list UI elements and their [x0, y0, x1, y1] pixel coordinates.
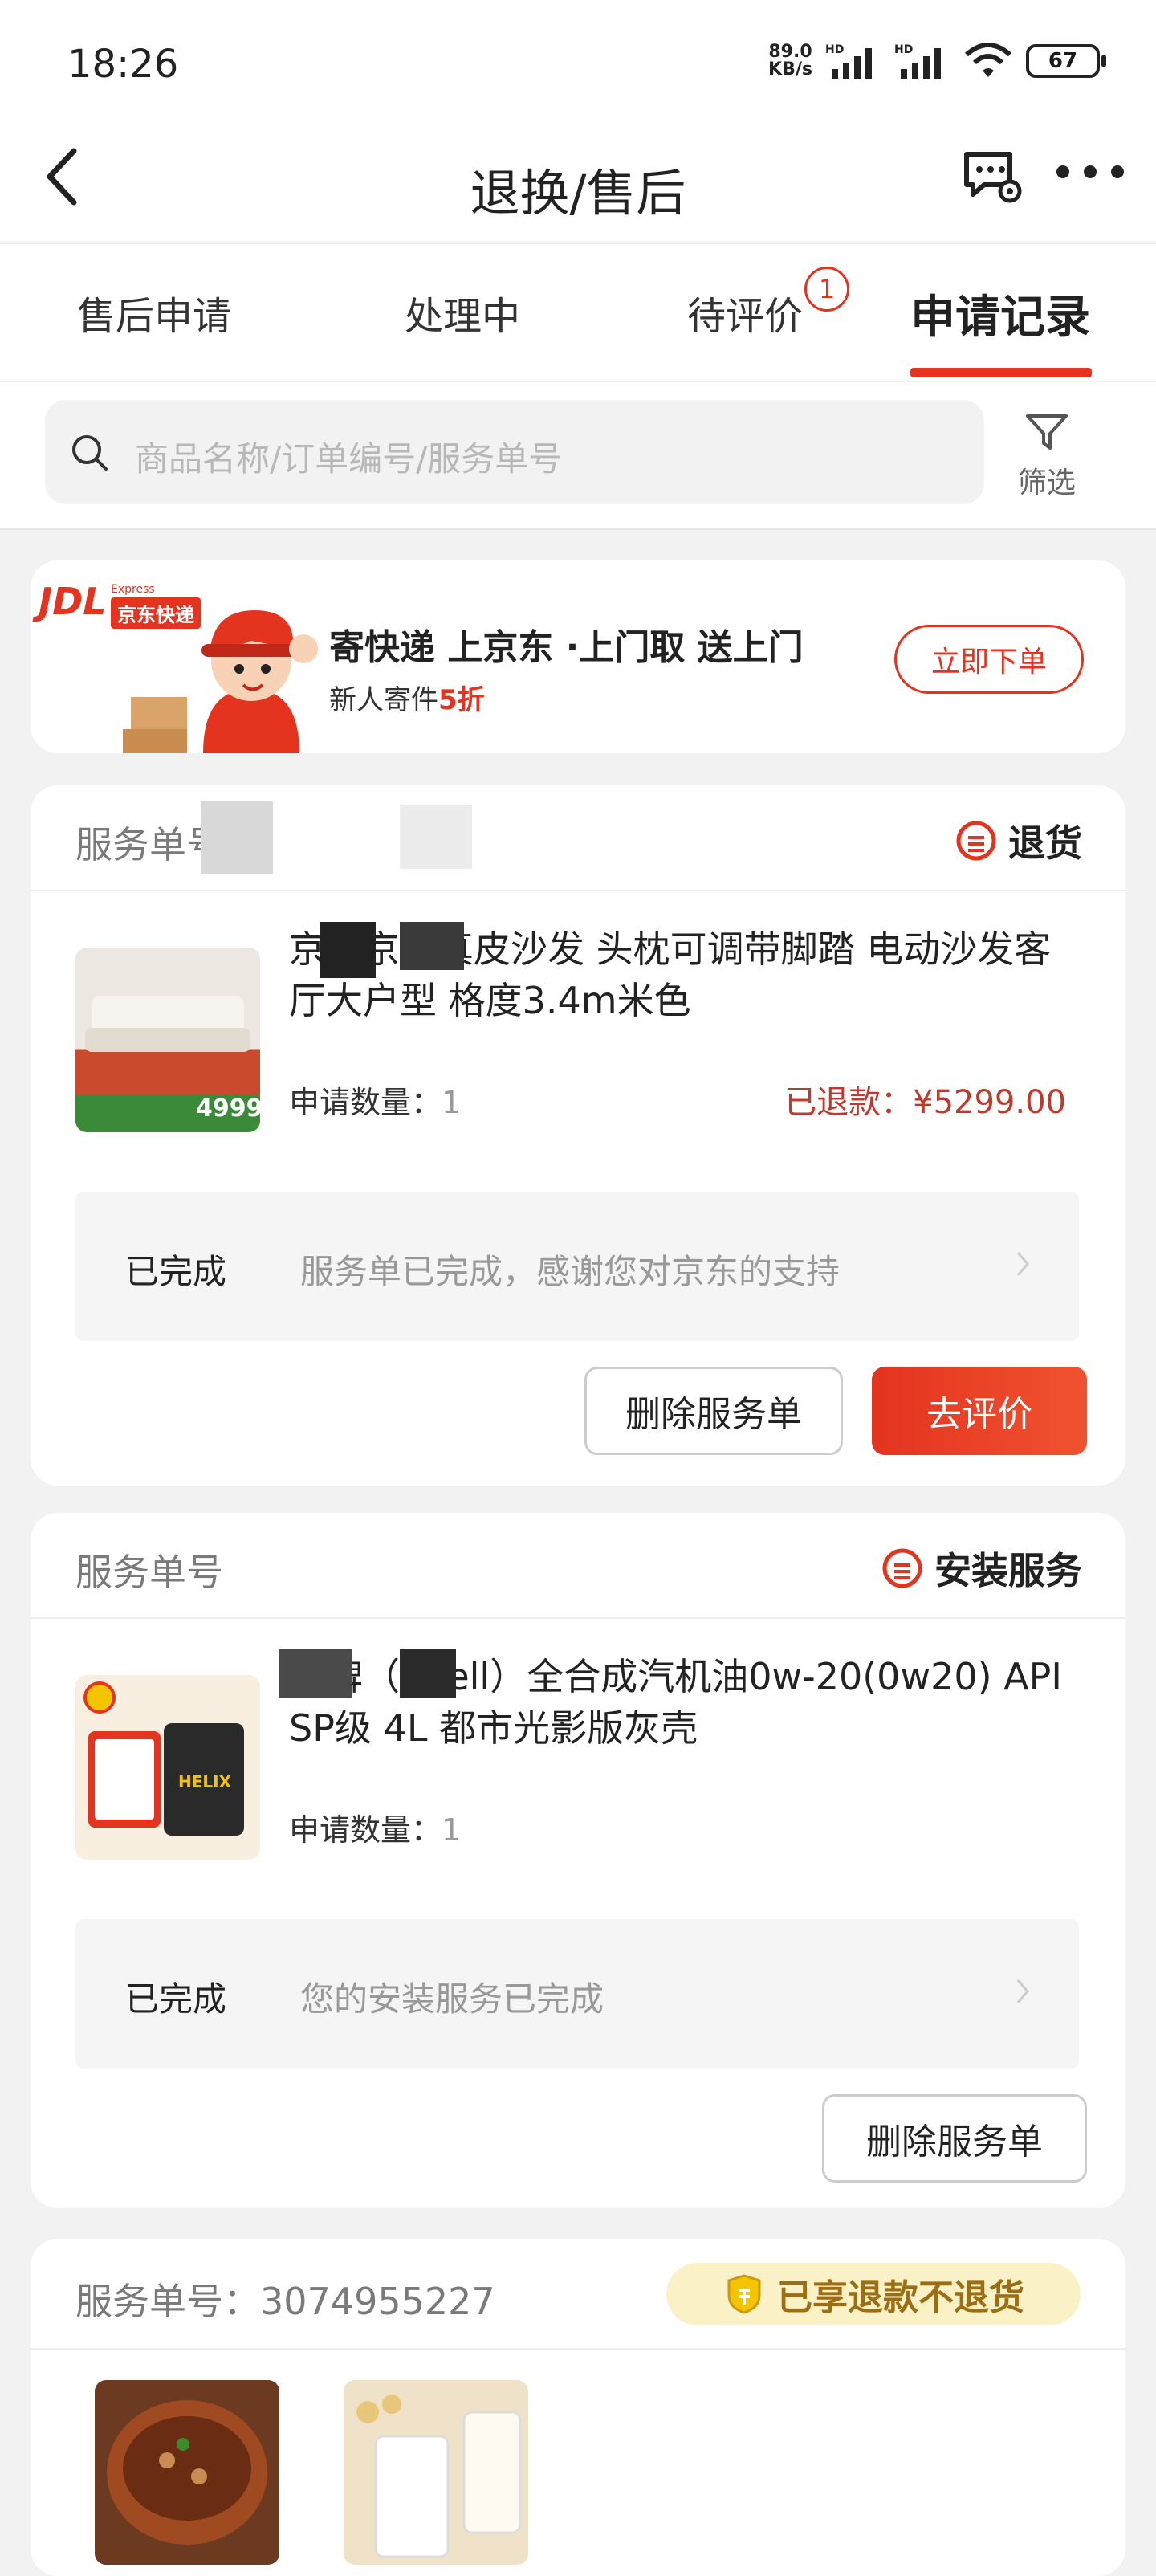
shield-icon: [727, 2274, 761, 2314]
tab-apply-records[interactable]: 申请记录: [910, 281, 1090, 346]
jd-express-banner[interactable]: JDL Express 京东快递 寄快递 上京东 ·上门取 送上门 新人寄件5折…: [31, 560, 1125, 753]
status-label: 已完成: [125, 1252, 227, 1291]
redaction-mosaic: [201, 801, 273, 874]
product-thumbnail-1[interactable]: [95, 2380, 279, 2565]
apply-quantity: 申请数量：1: [289, 1812, 462, 1848]
customer-service-icon[interactable]: [960, 145, 1024, 209]
apply-quantity: 申请数量：1: [289, 1085, 462, 1120]
svg-text:HD: HD: [894, 43, 913, 56]
status-message: 服务单已完成，感谢您对京东的支持: [300, 1252, 841, 1291]
order-type-label: 安装服务: [934, 1549, 1082, 1592]
tab-after-sales-apply[interactable]: 售后申请: [77, 284, 231, 340]
sofa-image: 4999: [85, 996, 260, 1123]
tab-pending-review[interactable]: 待评价: [687, 284, 803, 340]
chevron-right-icon: [1016, 1979, 1029, 2003]
order-type-label: 退货: [1008, 821, 1082, 865]
more-menu-icon[interactable]: [1056, 165, 1124, 185]
search-placeholder: 商品名称/订单编号/服务单号: [135, 439, 563, 479]
install-service-icon: [882, 1548, 922, 1588]
redaction-mosaic: [400, 805, 472, 869]
order-type-tag: 退货: [954, 814, 1082, 867]
chevron-right-icon: [1016, 1252, 1029, 1276]
redaction-mosaic: [400, 1649, 456, 1698]
service-order-card: 服务单号 退货 4999 京东京造真皮沙发 头枕可调带脚踏 电动沙发客厅大户型 …: [31, 785, 1125, 1486]
signal-hd-2-icon: HD: [894, 43, 941, 79]
pending-review-badge: 1: [804, 267, 849, 312]
svg-text:HELIX: HELIX: [178, 1772, 232, 1791]
order-now-button[interactable]: 立即下单: [894, 625, 1084, 694]
engine-oil-image: HELIX: [83, 1681, 244, 1836]
svg-text:4999: 4999: [196, 1094, 260, 1123]
redaction-mosaic: [400, 922, 464, 970]
tab-processing[interactable]: 处理中: [405, 284, 520, 340]
product-thumbnail[interactable]: 4999: [75, 948, 260, 1132]
filter-label: 筛选: [1017, 467, 1076, 499]
tab-bar: 售后申请 处理中 待评价 1 申请记录: [0, 243, 1156, 381]
status-label: 已完成: [125, 1979, 227, 2019]
status-box[interactable]: 已完成 您的安装服务已完成: [75, 1919, 1079, 2069]
battery-icon: 67: [1026, 44, 1106, 78]
return-icon: [956, 821, 996, 861]
status-message: 您的安装服务已完成: [300, 1979, 604, 2019]
svg-text:HD: HD: [825, 43, 844, 56]
net-speed: 89.0 KB/s: [768, 42, 812, 79]
product-thumbnail[interactable]: HELIX: [75, 1675, 260, 1860]
product-thumbnail-2[interactable]: [344, 2380, 528, 2565]
service-number-label: 服务单号：3074955227: [75, 2280, 495, 2323]
courier-mascot-image: [123, 610, 318, 753]
service-number-label: 服务单号: [75, 1551, 223, 1594]
banner-subtitle: 新人寄件5折: [329, 684, 485, 716]
order-type-tag: 安装服务: [880, 1542, 1082, 1595]
wifi-icon: [965, 43, 1012, 77]
delete-service-order-button[interactable]: 删除服务单: [822, 2094, 1087, 2183]
soy-milk-image: [356, 2395, 522, 2558]
status-icons: 89.0 KB/s HD HD 67: [768, 42, 1106, 80]
service-order-card: 服务单号 安装服务 HELIX 壳牌（Shell）全合成汽机油0w-20(0w2…: [31, 1513, 1125, 2208]
card-header: 服务单号 退货: [31, 785, 1125, 891]
card-header: 服务单号：3074955227 已享退款不退货: [31, 2239, 1125, 2350]
refund-amount: 已退款：¥5299.00: [784, 1084, 1066, 1121]
search-icon: [72, 435, 108, 471]
clock: 18:26: [67, 42, 179, 87]
stew-dish-image: [107, 2400, 267, 2545]
refund-no-return-tag: 已享退款不退货: [666, 2263, 1081, 2325]
delete-service-order-button[interactable]: 删除服务单: [584, 1367, 843, 1455]
active-tab-indicator: [910, 368, 1092, 377]
signal-hd-1-icon: HD: [825, 43, 872, 79]
write-review-button[interactable]: 去评价: [872, 1367, 1087, 1455]
card-header: 服务单号 安装服务: [31, 1513, 1125, 1619]
redaction-mosaic: [320, 922, 376, 978]
jdl-logo: JDL: [39, 580, 107, 623]
search-row: 商品名称/订单编号/服务单号 筛选: [0, 382, 1156, 530]
status-box[interactable]: 已完成 服务单已完成，感谢您对京东的支持: [75, 1192, 1079, 1341]
service-order-card: 服务单号：3074955227 已享退款不退货: [31, 2239, 1125, 2576]
redaction-mosaic: [279, 1649, 352, 1698]
nav-bar: 退换/售后: [0, 120, 1156, 241]
banner-title: 寄快递 上京东 ·上门取 送上门: [329, 627, 804, 668]
status-bar: 18:26 89.0 KB/s HD HD 67: [0, 0, 1156, 120]
filter-icon: [1026, 414, 1068, 450]
search-input[interactable]: 商品名称/订单编号/服务单号: [45, 400, 984, 504]
filter-button[interactable]: 筛选: [1013, 411, 1081, 501]
